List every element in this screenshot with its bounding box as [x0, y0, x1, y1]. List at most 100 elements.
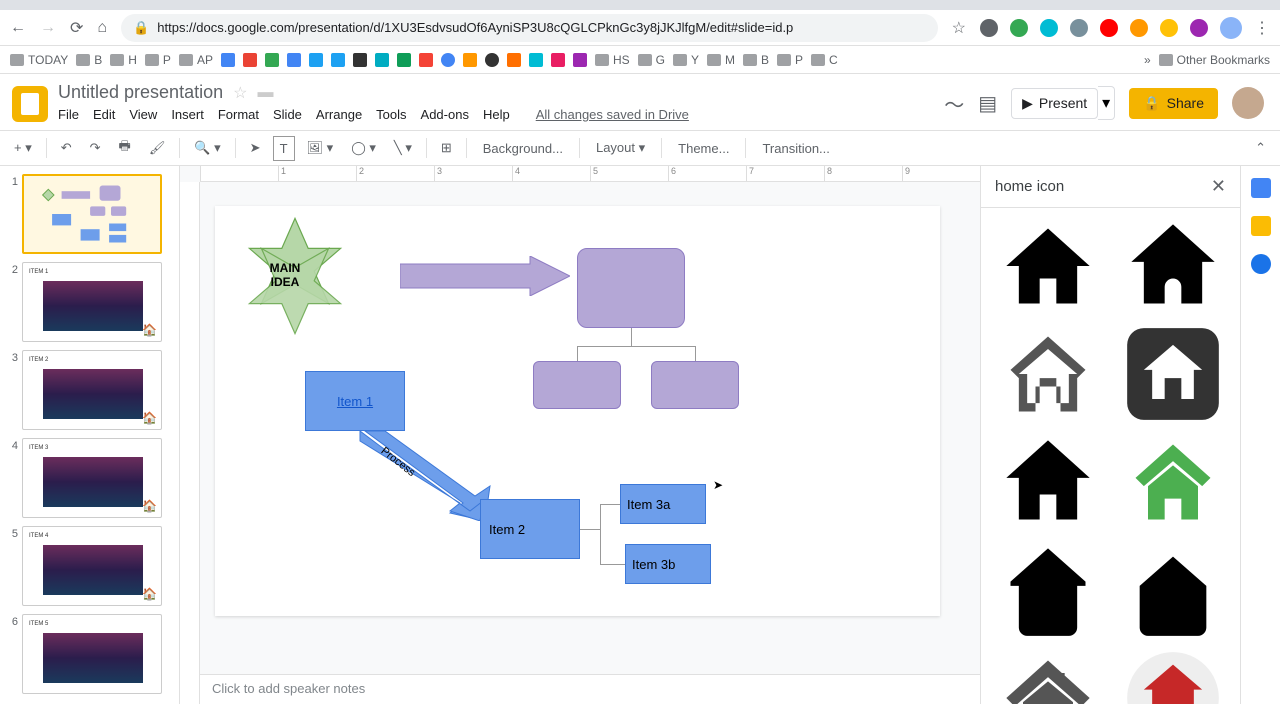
- arrow-shape[interactable]: [400, 256, 570, 296]
- star-icon[interactable]: ☆: [952, 18, 966, 38]
- ext-icon[interactable]: [1160, 19, 1178, 37]
- close-icon[interactable]: ✕: [1211, 176, 1226, 197]
- star-icon[interactable]: ☆: [233, 83, 247, 103]
- bookmark[interactable]: B: [743, 53, 769, 67]
- present-button[interactable]: ▶ Present: [1011, 88, 1098, 119]
- bookmark[interactable]: B: [76, 53, 102, 67]
- folder-icon[interactable]: ▬: [257, 84, 273, 102]
- reload-button[interactable]: ⟳: [70, 18, 83, 38]
- ext-icon[interactable]: [1100, 19, 1118, 37]
- menu-help[interactable]: Help: [483, 107, 510, 122]
- bookmark[interactable]: P: [145, 53, 171, 67]
- home-icon-result[interactable]: [1115, 540, 1233, 640]
- comments-icon[interactable]: ▤: [978, 91, 997, 116]
- home-icon-result[interactable]: [989, 324, 1107, 424]
- bookmark[interactable]: [221, 53, 235, 67]
- slide-thumb-1[interactable]: 1: [4, 174, 175, 254]
- bookmark[interactable]: [441, 53, 455, 67]
- back-button[interactable]: ←: [10, 19, 26, 37]
- menu-format[interactable]: Format: [218, 107, 259, 122]
- paint-format-button[interactable]: 🖌: [143, 136, 172, 160]
- slide-thumb-2[interactable]: 2 ITEM 1🏠: [4, 262, 175, 342]
- bookmark[interactable]: [331, 53, 345, 67]
- layout-button[interactable]: Layout ▾: [588, 136, 653, 160]
- share-button[interactable]: 🔒 Share: [1129, 88, 1218, 119]
- bookmark[interactable]: P: [777, 53, 803, 67]
- url-field[interactable]: 🔒 https://docs.google.com/presentation/d…: [121, 14, 938, 42]
- menu-slide[interactable]: Slide: [273, 107, 302, 122]
- save-status[interactable]: All changes saved in Drive: [536, 107, 689, 122]
- speaker-notes[interactable]: Click to add speaker notes: [200, 674, 980, 704]
- ext-icon[interactable]: [1070, 19, 1088, 37]
- calendar-icon[interactable]: [1251, 178, 1271, 198]
- user-avatar[interactable]: [1232, 87, 1264, 119]
- activity-icon[interactable]: 〜: [944, 89, 964, 118]
- purple-box-3[interactable]: [651, 361, 739, 409]
- bookmark[interactable]: C: [811, 53, 838, 67]
- slide-thumb-4[interactable]: 4 ITEM 3🏠: [4, 438, 175, 518]
- menu-view[interactable]: View: [129, 107, 157, 122]
- bookmark[interactable]: TODAY: [10, 53, 68, 67]
- bookmark[interactable]: M: [707, 53, 735, 67]
- bookmark[interactable]: G: [638, 53, 665, 67]
- bookmark[interactable]: [573, 53, 587, 67]
- home-icon-result[interactable]: [1115, 324, 1233, 424]
- forward-button[interactable]: →: [40, 19, 56, 37]
- shape-tool[interactable]: ◯ ▾: [345, 136, 382, 160]
- bookmark[interactable]: [243, 53, 257, 67]
- slide-thumb-6[interactable]: 6 ITEM 5: [4, 614, 175, 694]
- purple-box-1[interactable]: [577, 248, 685, 328]
- select-tool[interactable]: ➤: [244, 136, 267, 160]
- ext-icon[interactable]: [1010, 19, 1028, 37]
- menu-tools[interactable]: Tools: [376, 107, 406, 122]
- ext-icon[interactable]: [1190, 19, 1208, 37]
- home-icon-result[interactable]: [989, 648, 1107, 704]
- bookmark[interactable]: [309, 53, 323, 67]
- bookmark[interactable]: [353, 53, 367, 67]
- home-icon-result[interactable]: [1115, 432, 1233, 532]
- canvas-area[interactable]: 123456789 MAIN IDEA It: [180, 166, 980, 704]
- menu-insert[interactable]: Insert: [171, 107, 204, 122]
- menu-icon[interactable]: ⋮: [1254, 18, 1270, 38]
- keep-icon[interactable]: [1251, 216, 1271, 236]
- bookmark[interactable]: [397, 53, 411, 67]
- bookmark[interactable]: Y: [673, 53, 699, 67]
- textbox-tool[interactable]: T: [273, 136, 295, 161]
- comment-button[interactable]: ⊞: [435, 136, 458, 160]
- collapse-toolbar[interactable]: ⌃: [1249, 136, 1272, 160]
- slides-logo[interactable]: [12, 86, 48, 122]
- zoom-button[interactable]: 🔍 ▾: [188, 136, 226, 160]
- item1-box[interactable]: Item 1: [305, 371, 405, 431]
- ext-icon[interactable]: [980, 19, 998, 37]
- process-arrow[interactable]: [355, 431, 495, 521]
- bookmark[interactable]: AP: [179, 53, 213, 67]
- new-slide-button[interactable]: + ▾: [8, 136, 38, 160]
- home-icon-result[interactable]: [1115, 216, 1233, 316]
- icon-results[interactable]: [981, 208, 1240, 704]
- bookmark[interactable]: [529, 53, 543, 67]
- transition-button[interactable]: Transition...: [754, 137, 837, 160]
- menu-addons[interactable]: Add-ons: [421, 107, 469, 122]
- present-dropdown[interactable]: ▾: [1098, 86, 1115, 120]
- bookmark[interactable]: H: [110, 53, 137, 67]
- home-icon-result[interactable]: [989, 432, 1107, 532]
- overflow-icon[interactable]: »: [1144, 53, 1151, 67]
- item3a-box[interactable]: Item 3a: [620, 484, 706, 524]
- redo-button[interactable]: ↷: [84, 136, 107, 160]
- item3b-box[interactable]: Item 3b: [625, 544, 711, 584]
- home-icon-result[interactable]: [989, 216, 1107, 316]
- slide-canvas[interactable]: MAIN IDEA Item 1 Process Item 2: [215, 206, 940, 616]
- bookmark[interactable]: [507, 53, 521, 67]
- menu-arrange[interactable]: Arrange: [316, 107, 362, 122]
- home-icon-result[interactable]: [1115, 648, 1233, 704]
- theme-button[interactable]: Theme...: [670, 137, 737, 160]
- bookmark[interactable]: HS: [595, 53, 630, 67]
- purple-box-2[interactable]: [533, 361, 621, 409]
- ext-icon[interactable]: [1040, 19, 1058, 37]
- bookmark[interactable]: [485, 53, 499, 67]
- bookmark[interactable]: [287, 53, 301, 67]
- undo-button[interactable]: ↶: [55, 136, 78, 160]
- background-button[interactable]: Background...: [475, 137, 571, 160]
- slide-thumb-5[interactable]: 5 ITEM 4🏠: [4, 526, 175, 606]
- home-icon-result[interactable]: [989, 540, 1107, 640]
